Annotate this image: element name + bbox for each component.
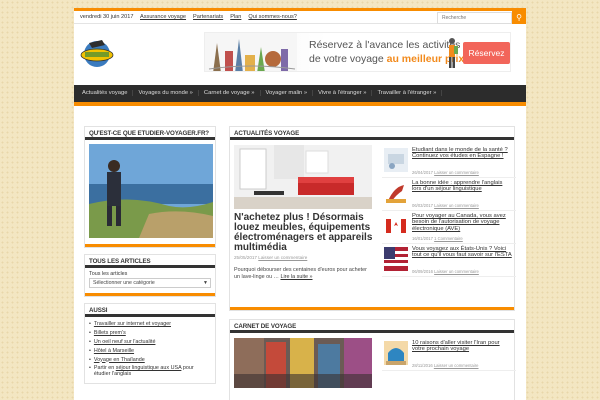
carnet-list: 10 raisons d'aller visiter l'Iran pour v…: [382, 338, 516, 371]
bullet-icon: •: [89, 330, 91, 337]
nav-voyager-malin[interactable]: Voyager malin »: [261, 90, 314, 96]
actualites-title: ACTUALITÉS VOYAGE: [230, 127, 514, 140]
article-thumbnail[interactable]: [384, 181, 408, 205]
search-icon: ⚲: [516, 13, 522, 22]
list-item[interactable]: • Voyage en Thaïlande: [89, 355, 211, 364]
bullet-icon: •: [89, 356, 91, 363]
feature-image[interactable]: [234, 145, 372, 209]
nav-voyages-du-monde[interactable]: Voyages du monde »: [133, 90, 199, 96]
current-date: vendredi 30 juin 2017: [80, 14, 134, 20]
search-button[interactable]: ⚲: [512, 11, 526, 25]
landmarks-illustration: [205, 33, 297, 71]
top-nav-assurance[interactable]: Assurance voyage: [140, 14, 186, 20]
bullet-icon: •: [89, 347, 91, 354]
article-thumbnail[interactable]: [384, 214, 408, 238]
carnet-title: CARNET DE VOYAGE: [230, 320, 514, 333]
top-bar: vendredi 30 juin 2017 Assurance voyage P…: [74, 8, 526, 25]
list-item[interactable]: • Un oeil neuf sur l'actualité: [89, 338, 211, 347]
news-list: Etudiant dans le monde de la santé ? Con…: [382, 145, 516, 277]
list-item[interactable]: La bonne idée : apprendre l'anglais lors…: [382, 178, 516, 211]
category-select-value: Sélectionner une catégorie: [93, 280, 155, 286]
top-nav-partenariats[interactable]: Partenariats: [193, 14, 223, 20]
feature-excerpt: Pourquoi débourser des centaines d'euros…: [234, 267, 367, 280]
banner-line-1: Réservez à l'avance les activités: [309, 39, 461, 51]
about-photo[interactable]: [89, 144, 213, 238]
list-item[interactable]: • Hôtel à Marseille: [89, 346, 211, 355]
nav-vivre-etranger[interactable]: Vivre à l'étranger »: [313, 90, 373, 96]
chevron-down-icon: ▼: [203, 280, 208, 286]
about-title: QU'EST-CE QUE ETUDIER-VOYAGER.FR?: [85, 127, 215, 140]
top-nav-plan[interactable]: Plan: [230, 14, 241, 20]
sidebar: QU'EST-CE QUE ETUDIER-VOYAGER.FR? TOUS L…: [84, 126, 216, 390]
traveler-icon: [449, 38, 458, 68]
main-nav: Actualités voyage Voyages du monde » Car…: [74, 85, 526, 106]
aussi-title: AUSSI: [85, 304, 215, 317]
feature-title[interactable]: N'achetez plus ! Désormais louez meubles…: [234, 213, 374, 253]
about-widget: QU'EST-CE QUE ETUDIER-VOYAGER.FR?: [84, 126, 216, 248]
list-item[interactable]: Etudiant dans le monde de la santé ? Con…: [382, 145, 516, 178]
bullet-icon: •: [89, 321, 91, 328]
reservez-button[interactable]: Réservez: [463, 42, 510, 64]
nav-carnet-de-voyage[interactable]: Carnet de voyage »: [199, 90, 261, 96]
page-wrapper: vendredi 30 juin 2017 Assurance voyage P…: [74, 8, 526, 400]
list-item[interactable]: Vous voyagez aux États-Unis ? Voici tout…: [382, 244, 516, 277]
nav-actualites-voyage[interactable]: Actualités voyage: [80, 90, 134, 96]
carnet-feature-image[interactable]: [234, 338, 372, 388]
list-item[interactable]: • Billets prem's: [89, 329, 211, 338]
tous-articles-widget: TOUS LES ARTICLES Tous les articles Séle…: [84, 254, 216, 297]
feature-meta: 25/05/2017 Laisser un commentaire: [234, 255, 308, 260]
read-more-link[interactable]: Lire la suite »: [280, 274, 312, 280]
search-input[interactable]: [437, 12, 512, 24]
site-logo[interactable]: [80, 36, 114, 70]
list-item[interactable]: • Travailler sur internet et voyager: [89, 320, 211, 329]
list-item[interactable]: 10 raisons d'aller visiter l'Iran pour v…: [382, 338, 516, 371]
activities-banner[interactable]: Réservez à l'avance les activités de vot…: [204, 32, 511, 72]
category-select[interactable]: Sélectionner une catégorie ▼: [89, 278, 211, 288]
bullet-icon: •: [89, 365, 91, 372]
carnet-section: CARNET DE VOYAGE 10 raisons d'aller visi…: [229, 319, 516, 400]
banner-line-2a: de votre voyage: [309, 53, 387, 65]
list-item[interactable]: Pour voyager au Canada, vous avez besoin…: [382, 211, 516, 244]
article-thumbnail[interactable]: [384, 341, 408, 365]
main-content: ACTUALITÉS VOYAGE N'achetez plus ! Désor…: [229, 126, 516, 400]
article-thumbnail[interactable]: [384, 247, 408, 271]
top-nav: Assurance voyage Partenariats Plan Qui s…: [140, 14, 297, 20]
nav-travailler-etranger[interactable]: Travailler à l'étranger »: [372, 90, 443, 96]
actualites-section: ACTUALITÉS VOYAGE N'achetez plus ! Désor…: [229, 126, 516, 311]
article-thumbnail[interactable]: [384, 148, 408, 172]
site-header: Réservez à l'avance les activités de vot…: [74, 24, 526, 84]
list-item[interactable]: • Partir en séjour linguistique aux USA p…: [89, 364, 211, 379]
tous-articles-label: Tous les articles: [89, 271, 128, 277]
tous-articles-title: TOUS LES ARTICLES: [85, 255, 215, 268]
aussi-widget: AUSSI • Travailler sur internet et voyage…: [84, 303, 216, 384]
bullet-icon: •: [89, 338, 91, 345]
top-nav-qui-sommes-nous[interactable]: Qui sommes-nous?: [248, 14, 297, 20]
